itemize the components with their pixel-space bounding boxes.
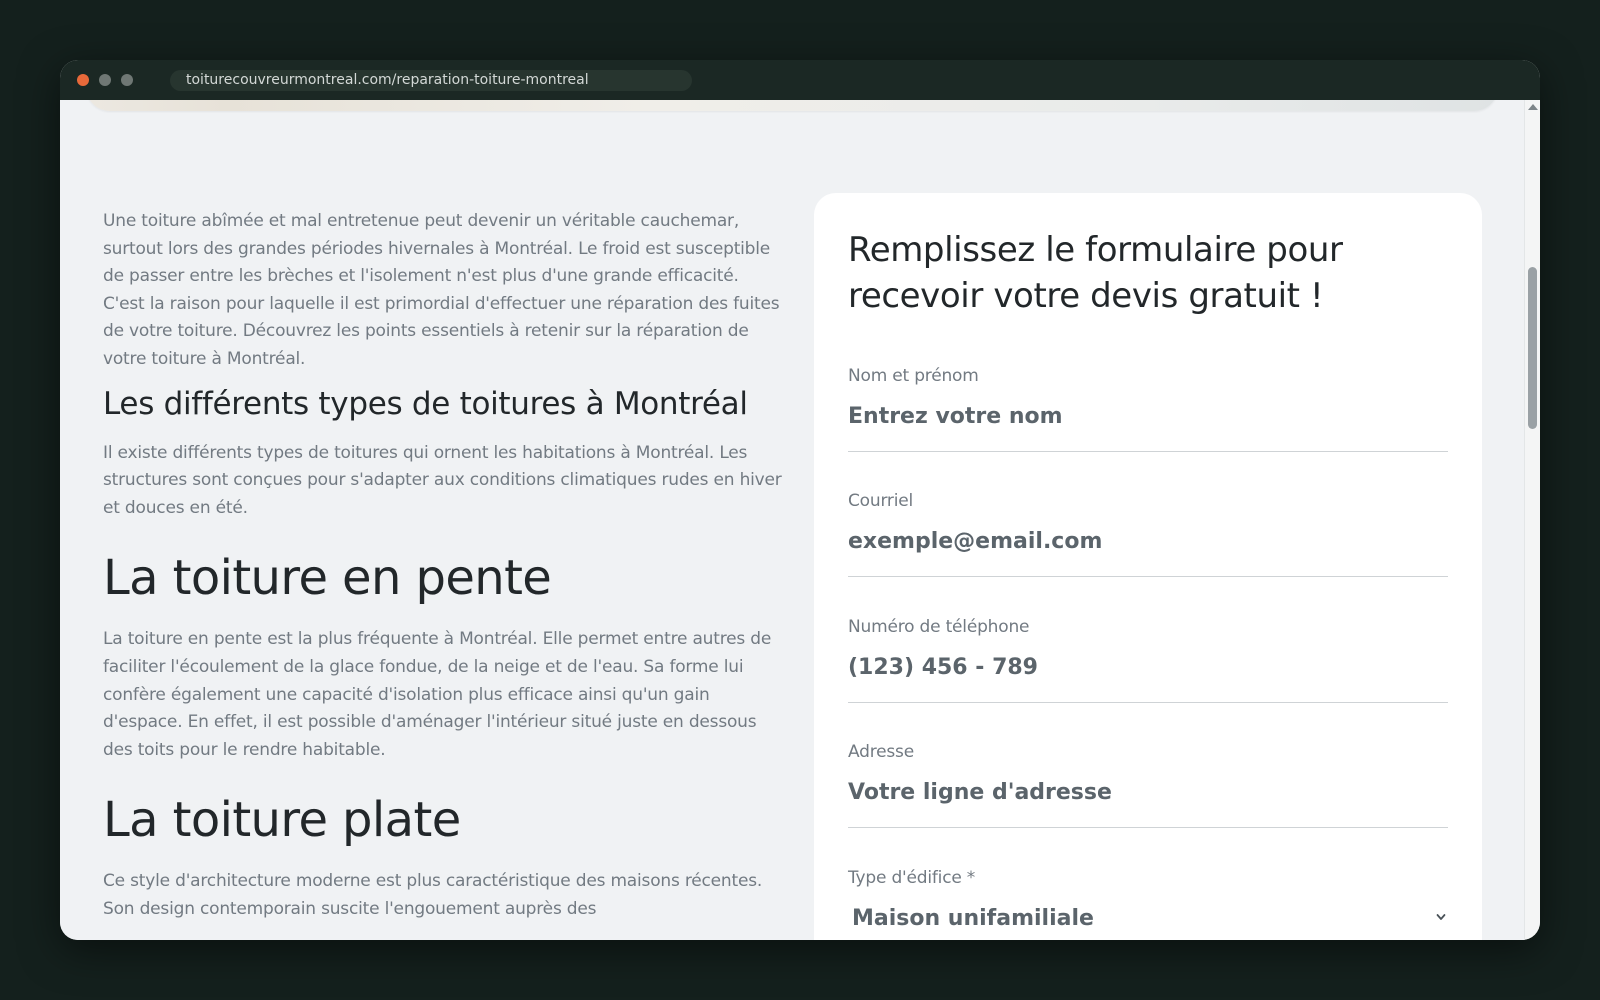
vertical-scrollbar[interactable] [1524, 100, 1540, 940]
building-type-field-group: Type d'édifice * Maison unifamiliale [848, 868, 1448, 931]
name-label: Nom et prénom [848, 366, 979, 386]
phone-label: Numéro de téléphone [848, 617, 1030, 637]
browser-titlebar: toiturecouvreurmontreal.com/reparation-t… [60, 60, 1540, 100]
section-heading-types: Les différents types de toitures à Montr… [103, 385, 748, 422]
address-input[interactable] [848, 780, 1448, 828]
name-input[interactable] [848, 404, 1448, 452]
quote-form: Remplissez le formulaire pour recevoir v… [814, 193, 1482, 940]
email-label: Courriel [848, 491, 914, 511]
phone-input[interactable] [848, 655, 1448, 703]
building-type-select[interactable]: Maison unifamiliale [848, 906, 1448, 931]
section-heading-plate: La toiture plate [103, 792, 461, 849]
article-content: Une toiture abîmée et mal entretenue peu… [103, 208, 783, 924]
chevron-down-icon [1436, 914, 1446, 920]
section-text-types: Il existe différents types de toitures q… [103, 442, 782, 518]
scroll-up-arrow-icon[interactable] [1528, 104, 1538, 110]
section-text-plate: Ce style d'architecture moderne est plus… [103, 871, 763, 919]
browser-window: toiturecouvreurmontreal.com/reparation-t… [60, 60, 1540, 940]
section-heading-pente: La toiture en pente [103, 550, 552, 607]
email-field-group: Courriel [848, 491, 1448, 577]
article-intro: Une toiture abîmée et mal entretenue peu… [103, 211, 780, 369]
form-title: Remplissez le formulaire pour recevoir v… [848, 230, 1343, 316]
building-type-label: Type d'édifice * [848, 868, 976, 888]
page-viewport: Une toiture abîmée et mal entretenue peu… [60, 100, 1524, 940]
address-bar[interactable]: toiturecouvreurmontreal.com/reparation-t… [170, 70, 692, 91]
address-field-group: Adresse [848, 742, 1448, 828]
section-text-pente: La toiture en pente est la plus fréquent… [103, 629, 772, 760]
hero-image [86, 100, 1498, 111]
scroll-thumb[interactable] [1528, 267, 1537, 429]
address-label: Adresse [848, 742, 914, 762]
email-input[interactable] [848, 529, 1448, 577]
phone-field-group: Numéro de téléphone [848, 617, 1448, 703]
window-maximize-button[interactable] [121, 74, 133, 86]
building-type-value: Maison unifamiliale [852, 906, 1094, 931]
name-field-group: Nom et prénom [848, 366, 1448, 452]
window-minimize-button[interactable] [99, 74, 111, 86]
window-close-button[interactable] [77, 74, 89, 86]
